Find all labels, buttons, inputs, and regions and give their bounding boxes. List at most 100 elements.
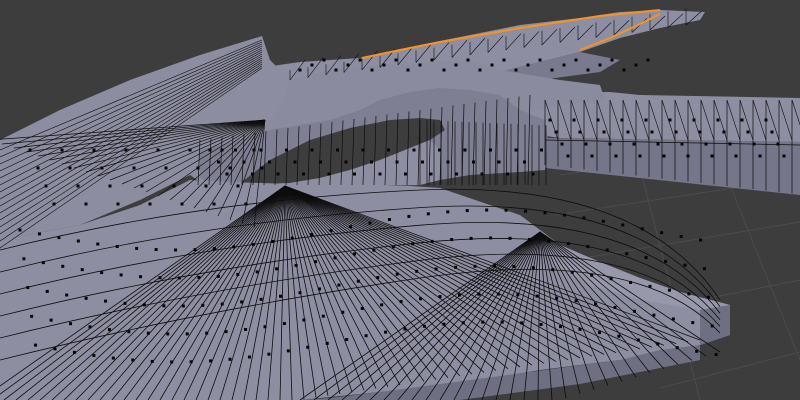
- mesh-vertex: [508, 236, 512, 240]
- mesh-vertex: [319, 160, 322, 164]
- mesh-vertex: [551, 268, 555, 272]
- mesh-vertex: [714, 353, 718, 357]
- mesh-vertex: [555, 296, 559, 300]
- mesh-vertex: [617, 334, 621, 338]
- mesh-vertex: [502, 58, 506, 62]
- mesh-vertex: [196, 166, 200, 170]
- mesh-vertex: [174, 248, 178, 252]
- mesh-vertex: [156, 148, 160, 152]
- mesh-vertex: [461, 321, 465, 325]
- mesh-vertex: [236, 184, 240, 188]
- mesh-vertex: [614, 154, 618, 158]
- mesh-vertex: [489, 148, 492, 152]
- mesh-vertex: [406, 68, 410, 72]
- mesh-vertex: [49, 318, 53, 322]
- mesh-vertex: [337, 283, 341, 287]
- mesh-vertex: [92, 148, 96, 152]
- mesh-vertex: [302, 172, 305, 176]
- mesh-vertex: [37, 232, 41, 236]
- mesh-vertex: [496, 292, 500, 296]
- mesh-vertex: [455, 172, 458, 176]
- mesh-vertex: [506, 172, 509, 176]
- mesh-vertex: [535, 294, 539, 298]
- mesh-vertex: [107, 328, 111, 332]
- mesh-vertex: [698, 130, 702, 134]
- mesh-vertex: [294, 263, 298, 267]
- mesh-vertex: [341, 310, 345, 314]
- mesh-vertex: [244, 202, 248, 206]
- mesh-vertex: [271, 240, 275, 244]
- mesh-vertex: [201, 303, 205, 307]
- mesh-vertex: [53, 347, 57, 351]
- mesh-vertex: [548, 118, 552, 122]
- mesh-vertex: [314, 260, 318, 264]
- mesh-vertex: [497, 160, 501, 164]
- mesh-vertex: [770, 130, 774, 134]
- mesh-vertex: [584, 142, 588, 146]
- mesh-vertex: [353, 172, 356, 176]
- mesh-vertex: [691, 321, 695, 325]
- mesh-vertex: [310, 148, 314, 152]
- mesh-vertex: [782, 154, 786, 158]
- mesh-vertex: [442, 322, 446, 326]
- mesh-vertex: [562, 63, 566, 67]
- mesh-vertex: [124, 148, 128, 152]
- mesh-vertex: [285, 148, 288, 152]
- mesh-vertex: [181, 304, 185, 308]
- mesh-vertex: [609, 277, 613, 281]
- mesh-vertex: [259, 148, 263, 152]
- mesh-vertex: [421, 160, 424, 164]
- mesh-vertex: [523, 160, 526, 164]
- mesh-vertex: [380, 303, 384, 307]
- mesh-vertex: [119, 273, 123, 277]
- mesh-vertex: [601, 219, 605, 223]
- mesh-vertex: [662, 154, 666, 158]
- mesh-vertex: [172, 184, 176, 188]
- 3d-viewport[interactable]: [0, 0, 800, 400]
- mesh-vertex: [512, 265, 516, 269]
- mesh-vertex: [683, 263, 687, 267]
- mesh-vertex: [317, 287, 321, 291]
- mesh-edit-view[interactable]: [0, 0, 800, 400]
- mesh-vertex: [127, 330, 131, 334]
- mesh-vertex: [632, 309, 636, 313]
- mesh-vertex: [412, 148, 416, 152]
- mesh-vertex: [100, 166, 104, 170]
- mesh-vertex: [232, 245, 236, 249]
- mesh-vertex: [634, 63, 638, 67]
- mesh-vertex: [344, 160, 348, 164]
- mesh-vertex: [61, 264, 65, 268]
- mesh-vertex: [45, 289, 49, 293]
- mesh-vertex: [80, 268, 84, 272]
- mesh-vertex: [582, 216, 586, 220]
- mesh-vertex: [526, 63, 530, 67]
- mesh-vertex: [177, 276, 181, 280]
- mesh-vertex: [422, 324, 426, 328]
- mesh-vertex: [540, 148, 543, 152]
- mesh-vertex: [140, 184, 144, 188]
- mesh-vertex: [489, 236, 493, 240]
- mesh-vertex: [539, 322, 543, 326]
- mesh-vertex: [279, 294, 283, 298]
- mesh-vertex: [620, 118, 624, 122]
- mesh-vertex: [395, 272, 399, 276]
- mesh-vertex: [111, 356, 115, 360]
- mesh-vertex: [115, 245, 119, 249]
- mesh-vertex: [370, 68, 374, 72]
- mesh-vertex: [290, 236, 294, 240]
- mesh-vertex: [465, 209, 469, 213]
- mesh-vertex: [608, 142, 612, 146]
- mesh-vertex: [228, 357, 232, 361]
- mesh-vertex: [387, 148, 390, 152]
- mesh-vertex: [454, 265, 458, 269]
- mesh-vertex: [776, 142, 780, 146]
- mesh-vertex: [686, 154, 690, 158]
- mesh-vertex: [242, 160, 246, 164]
- mesh-vertex: [376, 276, 380, 280]
- mesh-vertex: [321, 314, 325, 318]
- mesh-vertex: [384, 330, 388, 334]
- mesh-vertex: [345, 338, 349, 342]
- mesh-vertex: [298, 68, 302, 72]
- mesh-vertex: [478, 68, 482, 72]
- mesh-vertex: [146, 331, 150, 335]
